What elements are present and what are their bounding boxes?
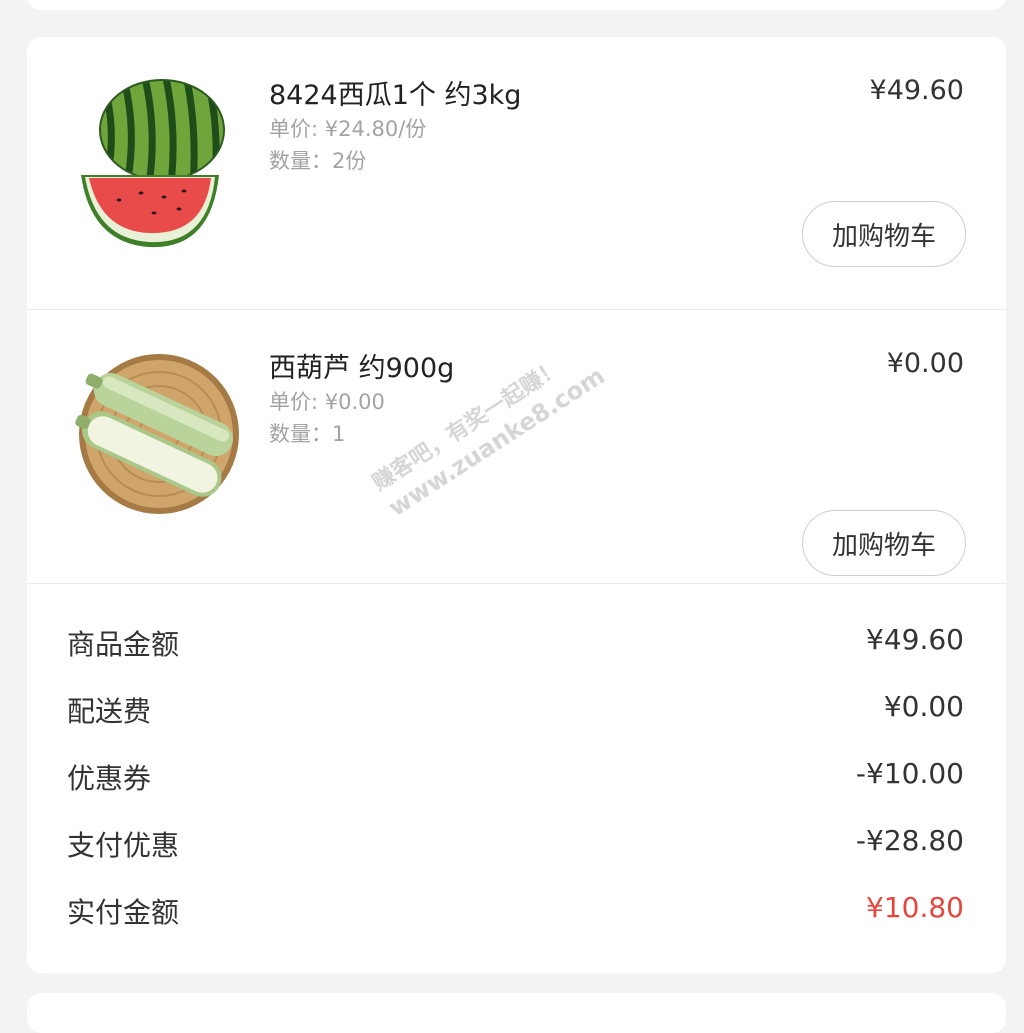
summary-row-goods-amount: 商品金额 ¥49.60 xyxy=(27,609,1006,676)
summary-row-actual-paid: 实付金额 ¥10.80 xyxy=(27,877,1006,944)
item-price: ¥49.60 xyxy=(869,75,964,106)
summary-label: 优惠券 xyxy=(67,762,152,795)
item-name: 8424西瓜1个 约3kg xyxy=(269,80,522,111)
previous-card-edge xyxy=(27,0,1006,10)
summary-label: 支付优惠 xyxy=(67,829,180,862)
watermelon-image xyxy=(81,79,225,248)
summary-value: ¥0.00 xyxy=(883,690,964,723)
item-quantity: 数量：2份 xyxy=(269,149,367,173)
summary-divider xyxy=(27,583,1006,584)
zucchini-image xyxy=(75,354,239,514)
summary-value-total: ¥10.80 xyxy=(866,891,964,924)
add-to-cart-button[interactable]: 加购物车 xyxy=(802,510,966,576)
summary-value: -¥10.00 xyxy=(855,757,964,790)
item-unit-price: 单价: ¥0.00 xyxy=(269,390,385,414)
item-quantity: 数量：1 xyxy=(269,422,346,446)
order-card: 8424西瓜1个 约3kg 单价: ¥24.80/份 数量：2份 ¥49.60 … xyxy=(27,37,1006,973)
order-item: 8424西瓜1个 约3kg 单价: ¥24.80/份 数量：2份 ¥49.60 … xyxy=(27,37,1006,310)
item-name: 西葫芦 约900g xyxy=(269,353,455,384)
summary-label: 实付金额 xyxy=(67,896,180,929)
summary-label: 配送费 xyxy=(67,695,152,728)
summary-row-coupon: 优惠券 -¥10.00 xyxy=(27,743,1006,810)
add-to-cart-button[interactable]: 加购物车 xyxy=(802,201,966,267)
item-unit-price: 单价: ¥24.80/份 xyxy=(269,117,427,141)
order-item: 西葫芦 约900g 单价: ¥0.00 数量：1 ¥0.00 加购物车 xyxy=(27,310,1006,583)
summary-row-payment-discount: 支付优惠 -¥28.80 xyxy=(27,810,1006,877)
summary-value: -¥28.80 xyxy=(855,824,964,857)
item-price: ¥0.00 xyxy=(886,348,964,379)
summary-value: ¥49.60 xyxy=(866,623,964,656)
next-card-edge xyxy=(27,993,1006,1033)
summary-label: 商品金额 xyxy=(67,628,180,661)
summary-row-delivery-fee: 配送费 ¥0.00 xyxy=(27,676,1006,743)
price-summary: 商品金额 ¥49.60 配送费 ¥0.00 优惠券 -¥10.00 支付优惠 -… xyxy=(27,609,1006,944)
